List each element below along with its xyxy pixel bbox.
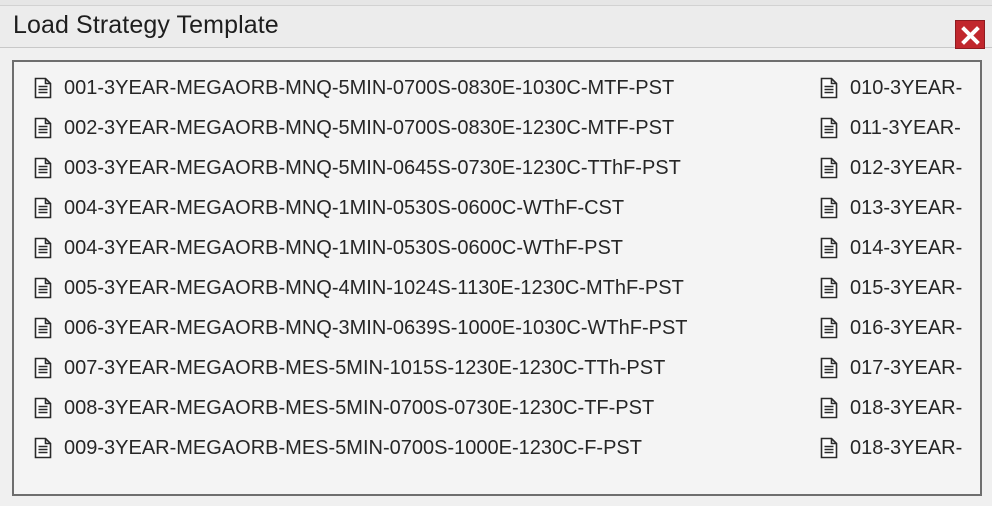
list-item[interactable]: 011-3YEAR- bbox=[820, 108, 980, 148]
document-icon bbox=[34, 437, 52, 459]
list-item-label: 002-3YEAR-MEGAORB-MNQ-5MIN-0700S-0830E-1… bbox=[64, 116, 675, 139]
load-strategy-template-dialog: Load Strategy Template 001-3YEAR-MEGAORB… bbox=[0, 0, 992, 506]
list-item-label: 007-3YEAR-MEGAORB-MES-5MIN-1015S-1230E-1… bbox=[64, 356, 666, 379]
list-item-label: 010-3YEAR- bbox=[850, 76, 963, 99]
list-item-label: 004-3YEAR-MEGAORB-MNQ-1MIN-0530S-0600C-W… bbox=[64, 196, 625, 219]
list-item-label: 011-3YEAR- bbox=[850, 116, 961, 139]
document-icon bbox=[820, 317, 838, 339]
template-list[interactable]: 001-3YEAR-MEGAORB-MNQ-5MIN-0700S-0830E-1… bbox=[12, 60, 982, 496]
list-item-label: 009-3YEAR-MEGAORB-MES-5MIN-0700S-1000E-1… bbox=[64, 436, 642, 459]
list-item-label: 014-3YEAR- bbox=[850, 236, 963, 259]
document-icon bbox=[34, 237, 52, 259]
document-icon bbox=[34, 197, 52, 219]
list-item-label: 017-3YEAR- bbox=[850, 356, 963, 379]
close-button[interactable] bbox=[955, 20, 985, 49]
list-item[interactable]: 016-3YEAR- bbox=[820, 308, 980, 348]
list-item[interactable]: 014-3YEAR- bbox=[820, 228, 980, 268]
list-item[interactable]: 001-3YEAR-MEGAORB-MNQ-5MIN-0700S-0830E-1… bbox=[34, 68, 814, 108]
list-item-label: 015-3YEAR- bbox=[850, 276, 963, 299]
list-item-label: 012-3YEAR- bbox=[850, 156, 963, 179]
list-item[interactable]: 003-3YEAR-MEGAORB-MNQ-5MIN-0645S-0730E-1… bbox=[34, 148, 814, 188]
list-item-label: 013-3YEAR- bbox=[850, 196, 963, 219]
list-item-label: 001-3YEAR-MEGAORB-MNQ-5MIN-0700S-0830E-1… bbox=[64, 76, 675, 99]
document-icon bbox=[34, 317, 52, 339]
template-list-column-2: 010-3YEAR- 011-3YEAR- 012-3YEAR- 013-3YEAR-… bbox=[820, 68, 980, 468]
list-item-label: 005-3YEAR-MEGAORB-MNQ-4MIN-1024S-1130E-1… bbox=[64, 276, 684, 299]
list-item[interactable]: 015-3YEAR- bbox=[820, 268, 980, 308]
document-icon bbox=[34, 157, 52, 179]
list-item[interactable]: 004-3YEAR-MEGAORB-MNQ-1MIN-0530S-0600C-W… bbox=[34, 228, 814, 268]
list-item-label: 018-3YEAR- bbox=[850, 396, 963, 419]
document-icon bbox=[820, 197, 838, 219]
template-list-column-1: 001-3YEAR-MEGAORB-MNQ-5MIN-0700S-0830E-1… bbox=[34, 68, 814, 468]
document-icon bbox=[820, 157, 838, 179]
list-item[interactable]: 018-3YEAR- bbox=[820, 428, 980, 468]
document-icon bbox=[34, 117, 52, 139]
document-icon bbox=[820, 117, 838, 139]
list-item[interactable]: 006-3YEAR-MEGAORB-MNQ-3MIN-0639S-1000E-1… bbox=[34, 308, 814, 348]
list-item[interactable]: 004-3YEAR-MEGAORB-MNQ-1MIN-0530S-0600C-W… bbox=[34, 188, 814, 228]
list-item-label: 018-3YEAR- bbox=[850, 436, 963, 459]
list-item-label: 004-3YEAR-MEGAORB-MNQ-1MIN-0530S-0600C-W… bbox=[64, 236, 624, 259]
close-icon bbox=[961, 26, 980, 45]
list-item-label: 016-3YEAR- bbox=[850, 316, 963, 339]
list-item[interactable]: 008-3YEAR-MEGAORB-MES-5MIN-0700S-0730E-1… bbox=[34, 388, 814, 428]
list-item[interactable]: 002-3YEAR-MEGAORB-MNQ-5MIN-0700S-0830E-1… bbox=[34, 108, 814, 148]
document-icon bbox=[34, 277, 52, 299]
list-item[interactable]: 007-3YEAR-MEGAORB-MES-5MIN-1015S-1230E-1… bbox=[34, 348, 814, 388]
list-item[interactable]: 009-3YEAR-MEGAORB-MES-5MIN-0700S-1000E-1… bbox=[34, 428, 814, 468]
document-icon bbox=[34, 77, 52, 99]
document-icon bbox=[820, 397, 838, 419]
list-item[interactable]: 013-3YEAR- bbox=[820, 188, 980, 228]
document-icon bbox=[34, 397, 52, 419]
document-icon bbox=[820, 237, 838, 259]
document-icon bbox=[820, 437, 838, 459]
document-icon bbox=[820, 357, 838, 379]
list-item[interactable]: 017-3YEAR- bbox=[820, 348, 980, 388]
list-item-label: 003-3YEAR-MEGAORB-MNQ-5MIN-0645S-0730E-1… bbox=[64, 156, 681, 179]
dialog-title: Load Strategy Template bbox=[13, 11, 279, 39]
list-item[interactable]: 010-3YEAR- bbox=[820, 68, 980, 108]
list-item[interactable]: 018-3YEAR- bbox=[820, 388, 980, 428]
document-icon bbox=[820, 77, 838, 99]
list-item[interactable]: 005-3YEAR-MEGAORB-MNQ-4MIN-1024S-1130E-1… bbox=[34, 268, 814, 308]
document-icon bbox=[820, 277, 838, 299]
list-item-label: 006-3YEAR-MEGAORB-MNQ-3MIN-0639S-1000E-1… bbox=[64, 316, 688, 339]
list-item[interactable]: 012-3YEAR- bbox=[820, 148, 980, 188]
list-item-label: 008-3YEAR-MEGAORB-MES-5MIN-0700S-0730E-1… bbox=[64, 396, 655, 419]
title-bar: Load Strategy Template bbox=[0, 6, 992, 49]
document-icon bbox=[34, 357, 52, 379]
